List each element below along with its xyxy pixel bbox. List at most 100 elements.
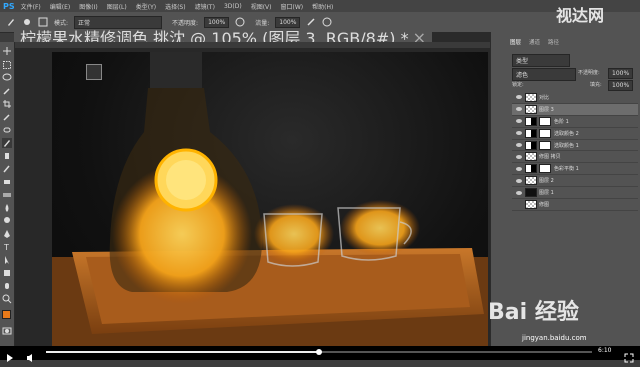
- lemon-water-photo: [52, 52, 488, 346]
- hand-tool-icon[interactable]: [2, 281, 12, 291]
- layer-mask-thumbnail: [539, 128, 551, 138]
- menu-edit[interactable]: 编辑(E): [50, 2, 70, 11]
- quick-mask-icon[interactable]: [2, 326, 12, 336]
- menu-view[interactable]: 视图(V): [251, 2, 272, 11]
- menu-bar: PS 文件(F) 编辑(E) 图像(I) 图层(L) 类型(Y) 选择(S) 滤…: [0, 0, 640, 12]
- layer-name: 修图: [539, 201, 550, 208]
- document-tab[interactable]: 柠檬果水精修调色 挑沈 @ 105% (图层 3, RGB/8#) * ×: [14, 28, 432, 48]
- visibility-eye-icon[interactable]: [516, 131, 522, 136]
- visibility-eye-icon[interactable]: [516, 95, 522, 100]
- menu-select[interactable]: 选择(S): [165, 2, 186, 11]
- eraser-tool-icon[interactable]: [2, 177, 12, 187]
- layer-row[interactable]: 选取颜色 2: [512, 128, 638, 140]
- layer-row[interactable]: 修图: [512, 199, 638, 211]
- crop-tool-icon[interactable]: [2, 99, 12, 109]
- eyedropper-tool-icon[interactable]: [2, 112, 12, 122]
- fullscreen-icon[interactable]: [624, 348, 634, 367]
- menu-image[interactable]: 图像(I): [79, 2, 97, 11]
- layer-mask-thumbnail: [539, 140, 551, 150]
- layer-thumbnail: [525, 152, 537, 162]
- visibility-eye-icon[interactable]: [516, 166, 522, 171]
- tab-layers[interactable]: 图层: [510, 38, 521, 48]
- svg-text:T: T: [3, 243, 9, 252]
- visibility-eye-icon[interactable]: [516, 154, 522, 159]
- watermark-url: jingyan.baidu.com: [522, 334, 587, 342]
- canvas-image[interactable]: [52, 52, 488, 346]
- visibility-eye-icon[interactable]: [516, 119, 522, 124]
- layer-opacity-label: 不透明度:: [578, 70, 600, 76]
- photoshop-logo: PS: [3, 1, 15, 11]
- layer-name: 选取颜色 2: [554, 130, 579, 137]
- visibility-eye-icon[interactable]: [516, 143, 522, 147]
- navigator-thumbnail-icon[interactable]: [86, 64, 102, 80]
- gradient-tool-icon[interactable]: [2, 190, 12, 200]
- quick-select-tool-icon[interactable]: [2, 86, 12, 96]
- tools-panel: T: [0, 42, 15, 346]
- blur-tool-icon[interactable]: [2, 203, 12, 213]
- layer-row[interactable]: 图层 1: [512, 187, 638, 200]
- layer-mask-thumbnail: [539, 116, 551, 126]
- layer-thumbnail: [525, 199, 537, 209]
- volume-icon[interactable]: [26, 348, 36, 367]
- video-progress-handle[interactable]: [316, 349, 322, 355]
- layer-name: 图层 3: [539, 106, 554, 113]
- layers-list: 对比图层 3 色阶 1 选取颜色 2 选取颜色 1 修图 拷贝色彩平衡 1 图层 2 图层 …: [512, 92, 638, 211]
- menu-filter[interactable]: 滤镜(T): [195, 2, 215, 11]
- layer-thumbnail: [525, 140, 537, 150]
- layer-row[interactable]: 图层 2: [512, 175, 638, 188]
- layer-row[interactable]: 对比: [512, 92, 638, 104]
- watermark-top-right: 视达网: [556, 6, 605, 25]
- panel-tabs: 图层 通道 路径: [510, 38, 567, 48]
- video-time: 6:10: [598, 347, 612, 354]
- marquee-tool-icon[interactable]: [2, 60, 12, 70]
- clone-stamp-tool-icon[interactable]: [2, 151, 12, 161]
- fill-label: 填充:: [590, 82, 602, 88]
- zoom-tool-icon[interactable]: [2, 294, 12, 304]
- pen-tool-icon[interactable]: [2, 229, 12, 239]
- layer-thumbnail: [525, 164, 537, 174]
- fill-input[interactable]: 100%: [608, 80, 634, 91]
- layer-row[interactable]: 色阶 1: [512, 116, 638, 128]
- menu-file[interactable]: 文件(F): [21, 2, 41, 11]
- menu-help[interactable]: 帮助(H): [312, 2, 333, 11]
- dodge-tool-icon[interactable]: [2, 216, 12, 226]
- tab-channels[interactable]: 通道: [529, 38, 540, 48]
- path-select-tool-icon[interactable]: [2, 255, 12, 265]
- move-tool-icon[interactable]: [2, 46, 12, 56]
- layer-thumbnail: [525, 104, 537, 114]
- visibility-eye-icon[interactable]: [516, 107, 522, 112]
- layer-name: 选取颜色 1: [554, 142, 579, 149]
- layer-name: 图层 2: [539, 178, 554, 185]
- layer-name: 修图 拷贝: [539, 154, 561, 161]
- play-icon[interactable]: [6, 348, 14, 367]
- layer-row[interactable]: 选取颜色 1: [512, 140, 638, 152]
- visibility-eye-icon[interactable]: [516, 190, 522, 195]
- layer-row[interactable]: 修图 拷贝: [512, 151, 638, 164]
- layer-row[interactable]: 图层 3: [512, 103, 638, 116]
- blend-mode-dropdown[interactable]: 滤色: [512, 68, 576, 81]
- healing-brush-tool-icon[interactable]: [2, 125, 12, 135]
- layer-thumbnail: [525, 92, 537, 102]
- watermark-baidu: Bai 经验: [488, 300, 579, 325]
- tab-paths[interactable]: 路径: [548, 38, 559, 48]
- foreground-color-swatch[interactable]: [2, 310, 11, 319]
- layer-name: 色彩平衡 1: [554, 166, 579, 173]
- brush-tool-icon[interactable]: [2, 138, 12, 148]
- lasso-tool-icon[interactable]: [2, 73, 12, 83]
- menu-3d[interactable]: 3D(D): [224, 3, 242, 10]
- brush-preset-icon[interactable]: [6, 17, 16, 27]
- shape-tool-icon[interactable]: [2, 268, 12, 278]
- visibility-eye-icon[interactable]: [516, 178, 522, 183]
- layer-kind-filter[interactable]: 类型: [512, 54, 570, 67]
- layer-opacity-input[interactable]: 100%: [608, 68, 634, 79]
- menu-type[interactable]: 类型(Y): [136, 2, 156, 11]
- menu-window[interactable]: 窗口(W): [281, 2, 304, 11]
- layer-row[interactable]: 色彩平衡 1: [512, 163, 638, 176]
- menu-layer[interactable]: 图层(L): [107, 2, 127, 11]
- horizontal-ruler: [15, 42, 490, 48]
- layer-name: 色阶 1: [554, 118, 569, 125]
- layer-thumbnail: [525, 176, 537, 186]
- lock-label: 锁定:: [512, 82, 524, 88]
- history-brush-tool-icon[interactable]: [2, 164, 12, 174]
- type-tool-icon[interactable]: T: [2, 242, 12, 252]
